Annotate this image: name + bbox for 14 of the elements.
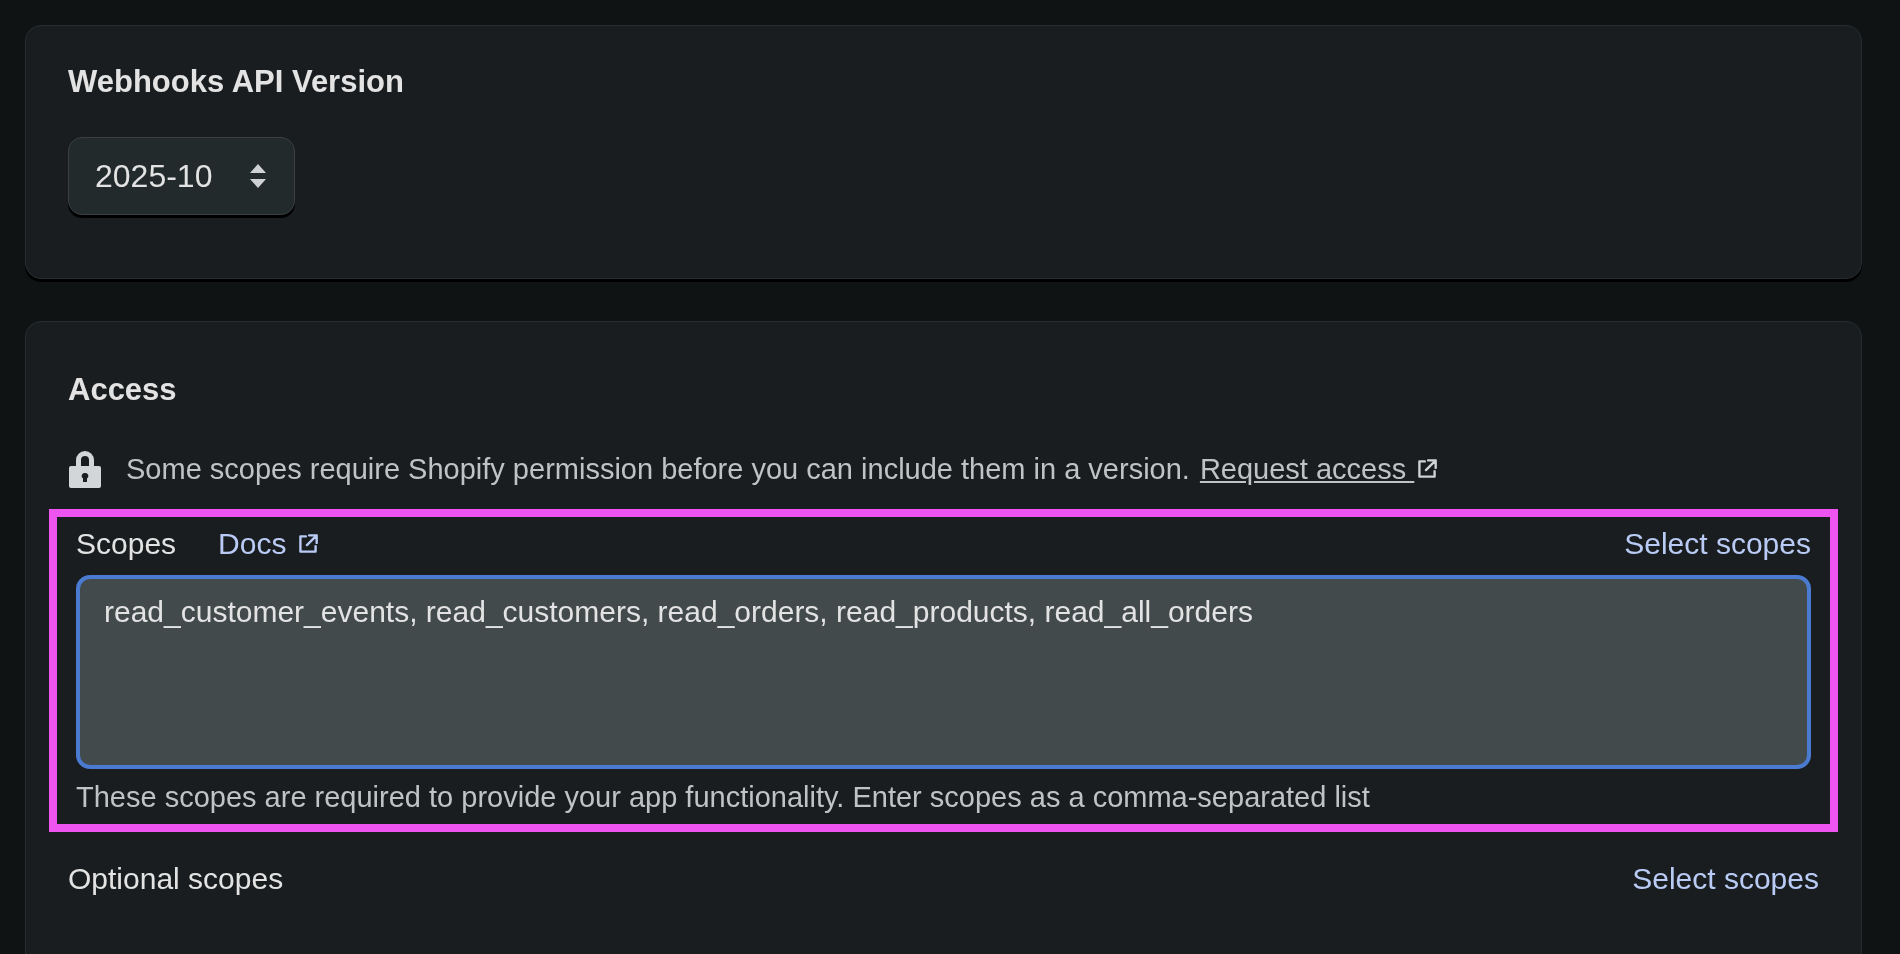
version-select[interactable]: 2025-10 [68, 137, 296, 215]
select-scopes-link[interactable]: Select scopes [1624, 527, 1811, 561]
field-label: Scopes [76, 527, 177, 561]
lock-icon [68, 449, 102, 489]
scopes-field[interactable]: read_customer_events, read_customers, read_orders, read_products, read_all_orders [76, 575, 1811, 769]
request-access-link[interactable]: Request access [1199, 452, 1441, 486]
sort-arrows-icon [248, 162, 269, 190]
docs-link[interactable]: Docs [218, 527, 321, 561]
card-title: Webhooks API Version [68, 66, 405, 97]
field-label: Optional scopes [68, 862, 284, 896]
select-scopes-link[interactable]: Select scopes [1632, 862, 1819, 896]
help-text: These scopes are required to provide your app functionality. Enter scopes as a comma-separated list [76, 781, 1371, 814]
card-title: Access [68, 374, 178, 405]
notice-text: Some scopes require Shopify permission before you can include them in a version. [126, 452, 1190, 486]
